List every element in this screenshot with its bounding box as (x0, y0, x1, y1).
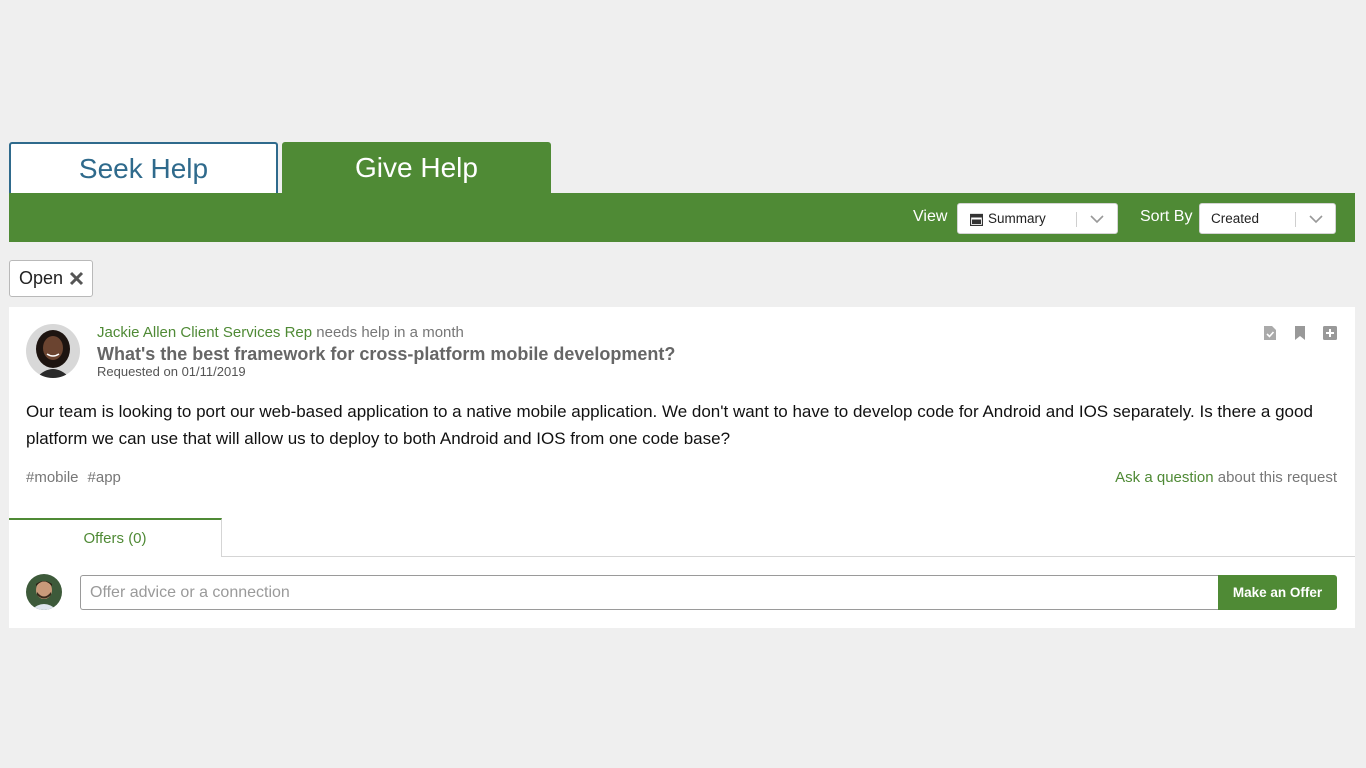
sort-select-value: Created (1211, 211, 1260, 226)
tab-seek-help-label: Seek Help (78, 153, 209, 184)
request-description: Our team is looking to port our web-base… (26, 402, 1313, 448)
bookmark-icon[interactable] (1292, 325, 1308, 341)
calendar-icon (970, 213, 983, 226)
tab-give-help-label: Give Help (355, 152, 478, 183)
tag-mobile[interactable]: #mobile (26, 469, 79, 486)
tab-seek-help[interactable]: Seek Help (9, 142, 278, 194)
author-avatar[interactable] (26, 324, 80, 378)
offer-input[interactable] (80, 575, 1219, 610)
sort-select[interactable]: Created (1199, 203, 1336, 234)
view-label: View (913, 208, 948, 225)
filter-chip-label: Open (19, 268, 64, 288)
request-date: Requested on 01/11/2019 (97, 364, 246, 379)
tab-offers-label: Offers (0) (83, 530, 147, 547)
toolbar: View Summary Sort By Created (9, 193, 1355, 242)
filter-chip-open: Open (9, 260, 93, 297)
plus-square-icon[interactable] (1322, 325, 1338, 341)
view-select-value: Summary (988, 211, 1046, 226)
tag-app[interactable]: #app (88, 469, 121, 486)
make-offer-button[interactable]: Make an Offer (1218, 575, 1337, 610)
chevron-down-icon (1090, 215, 1104, 224)
close-icon[interactable] (69, 271, 84, 286)
needs-help-text: needs help in a month (316, 324, 464, 341)
ask-question-suffix: about this request (1217, 469, 1337, 486)
current-user-avatar (26, 574, 62, 610)
request-meta: Jackie Allen Client Services Rep needs h… (97, 324, 464, 341)
chevron-down-icon (1309, 215, 1323, 224)
select-divider (1295, 212, 1296, 227)
view-select[interactable]: Summary (957, 203, 1118, 234)
ask-question-link[interactable]: Ask a question (1115, 469, 1213, 486)
request-title[interactable]: What's the best framework for cross-plat… (97, 344, 675, 365)
tab-give-help[interactable]: Give Help (282, 142, 551, 194)
tag-list: #mobile #app (26, 469, 121, 486)
author-link[interactable]: Jackie Allen Client Services Rep (97, 324, 312, 341)
select-divider (1076, 212, 1077, 227)
request-card: Jackie Allen Client Services Rep needs h… (9, 307, 1355, 628)
tab-offers[interactable]: Offers (0) (9, 518, 222, 557)
ask-question: Ask a question about this request (1115, 469, 1337, 486)
sort-label: Sort By (1140, 208, 1193, 225)
document-check-icon[interactable] (1262, 325, 1278, 341)
